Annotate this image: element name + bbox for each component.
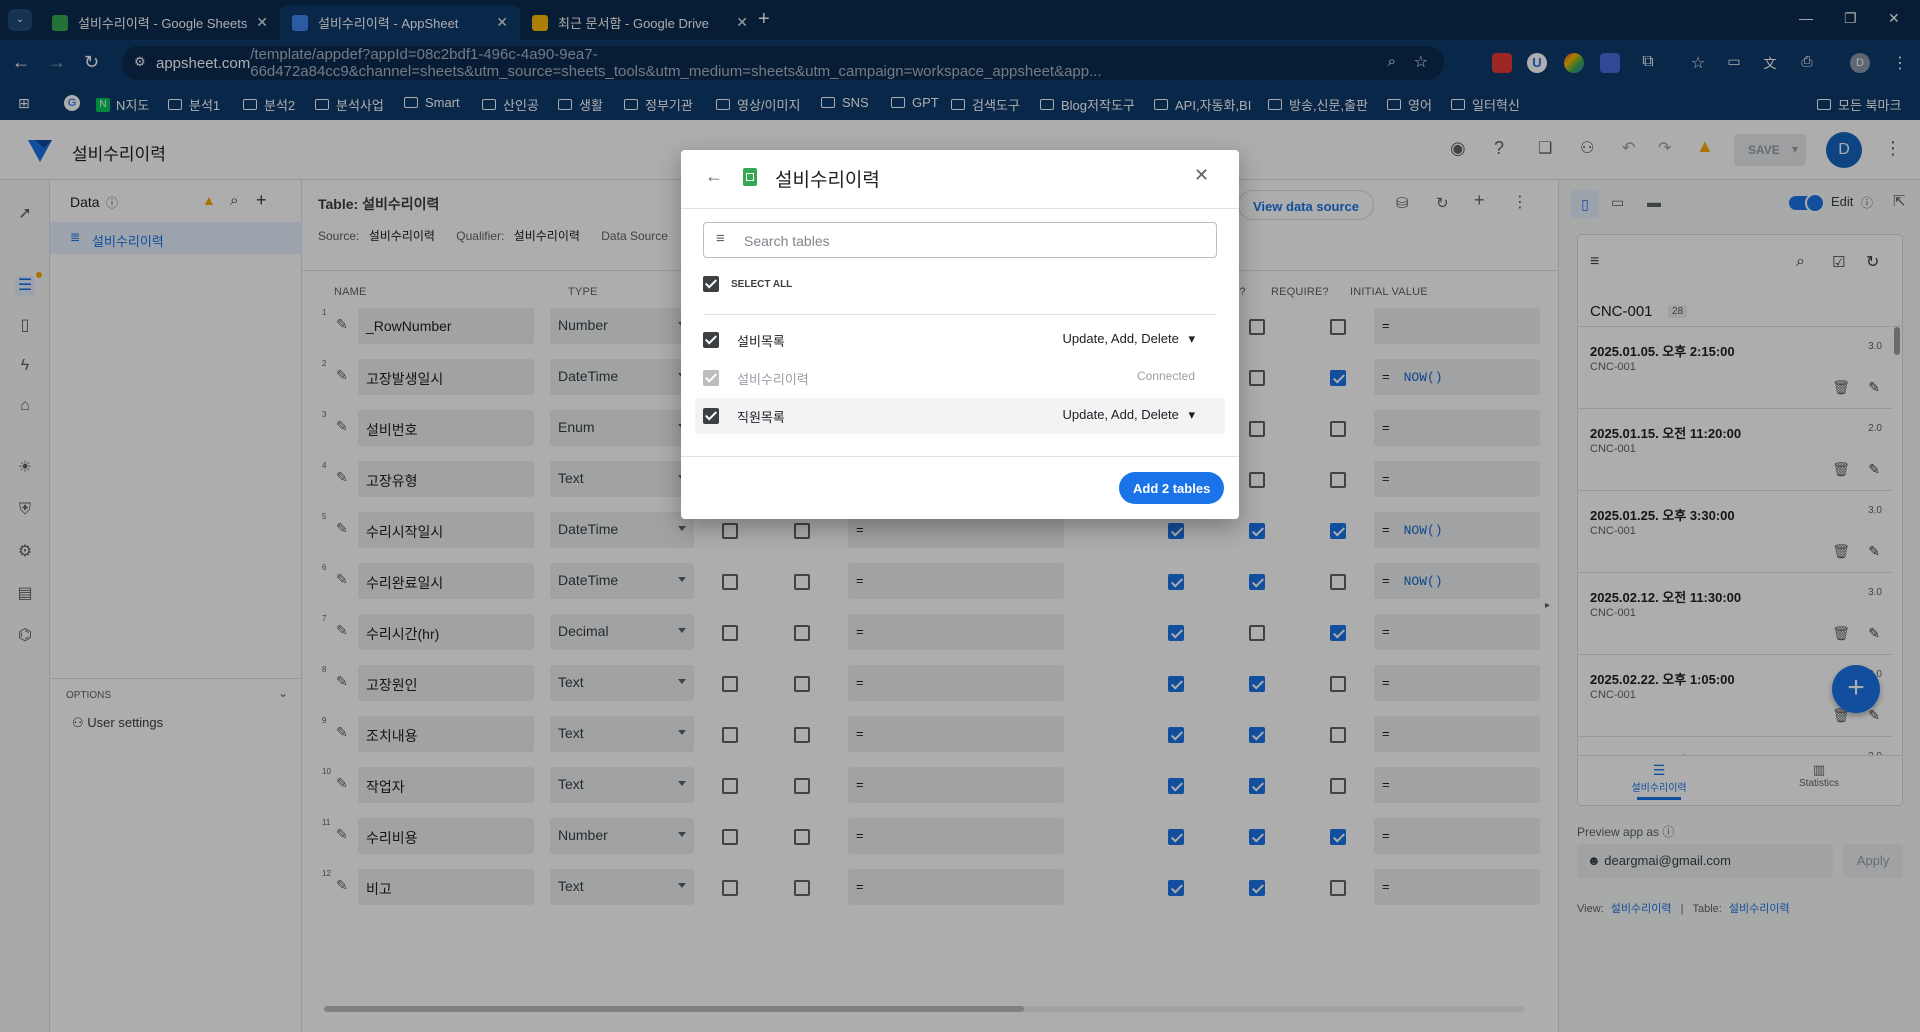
permissions-dropdown[interactable]: Update, Add, Delete ▾ <box>1063 407 1196 423</box>
status-label: Update, Add, Delete <box>1062 331 1179 346</box>
status-label: Update, Add, Delete <box>1062 407 1179 422</box>
add-tables-dialog: ← 설비수리이력 ✕ ≡ Search tables SELECT ALL 설비… <box>681 150 1239 519</box>
search-placeholder: Search tables <box>744 233 830 249</box>
table-name: 설비목록 <box>737 334 785 349</box>
table-checkbox[interactable] <box>703 408 719 424</box>
divider <box>703 314 1217 315</box>
search-tables-input[interactable]: ≡ Search tables <box>703 222 1217 258</box>
google-sheets-icon <box>743 168 757 186</box>
table-checkbox[interactable] <box>703 370 719 386</box>
filter-icon: ≡ <box>716 230 725 247</box>
divider <box>681 208 1239 209</box>
table-name: 설비수리이력 <box>737 372 809 387</box>
close-icon[interactable]: ✕ <box>1194 165 1209 186</box>
back-arrow-icon[interactable]: ← <box>705 166 723 187</box>
connected-status: Connected <box>1137 369 1195 383</box>
dialog-title: 설비수리이력 <box>775 170 880 191</box>
dropdown-arrow-icon: ▾ <box>1184 331 1195 346</box>
select-all-checkbox[interactable] <box>703 276 719 292</box>
table-checkbox[interactable] <box>703 332 719 348</box>
status-label: Connected <box>1136 369 1195 383</box>
permissions-dropdown[interactable]: Update, Add, Delete ▾ <box>1063 331 1196 347</box>
add-tables-button[interactable]: Add 2 tables <box>1119 472 1225 504</box>
dropdown-arrow-icon: ▾ <box>1184 407 1195 422</box>
select-all-label: SELECT ALL <box>731 279 793 290</box>
table-name: 직원목록 <box>737 410 785 425</box>
divider <box>681 456 1239 457</box>
